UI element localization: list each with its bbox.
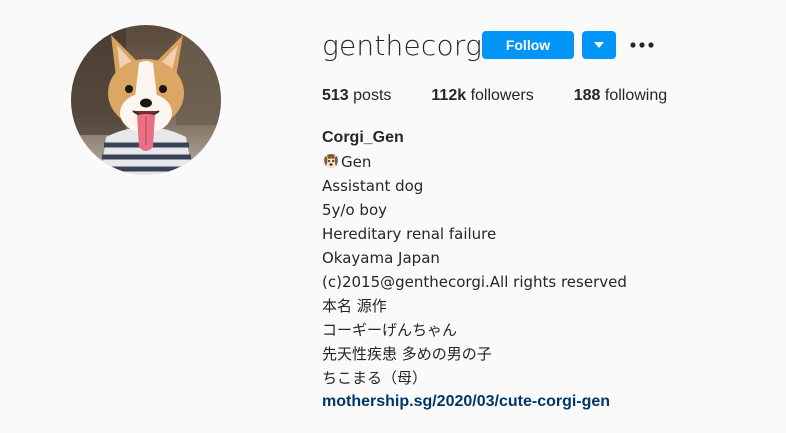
bio-external-link[interactable]: mothership.sg/2020/03/cute-corgi-gen xyxy=(322,390,627,414)
followers-stat[interactable]: 112k followers xyxy=(431,86,533,106)
bio-line: Hereditary renal failure xyxy=(322,225,497,243)
bio-line-text: Gen xyxy=(341,153,372,171)
profile-avatar[interactable] xyxy=(71,25,221,175)
posts-count: 513 xyxy=(322,87,349,104)
more-options-icon xyxy=(630,42,654,48)
posts-label: posts xyxy=(353,87,392,104)
profile-bio: Corgi_Gen Gen Assistant dog 5y/o boy Her… xyxy=(322,126,627,414)
following-label: following xyxy=(604,87,668,104)
more-options-button[interactable] xyxy=(628,35,656,55)
bio-line: 本名 源作 xyxy=(322,297,387,315)
caret-down-icon xyxy=(594,42,604,48)
bio-line: 先天性疾患 多めの男の子 xyxy=(322,345,492,363)
suggested-accounts-dropdown-button[interactable] xyxy=(582,31,616,59)
followers-label: followers xyxy=(470,87,534,104)
followers-count: 112k xyxy=(431,87,467,104)
bio-line: 5y/o boy xyxy=(322,201,387,219)
posts-stat: 513 posts xyxy=(322,86,391,106)
following-count: 188 xyxy=(573,87,601,104)
profile-full-name: Corgi_Gen xyxy=(322,129,404,146)
bio-line: コーギーげんちゃん xyxy=(322,321,458,339)
follow-button[interactable]: Follow xyxy=(482,31,574,59)
following-stat[interactable]: 188 following xyxy=(574,86,667,106)
dog-face-icon xyxy=(324,154,338,169)
corgi-photo xyxy=(71,25,221,175)
bio-line: Gen xyxy=(322,150,627,174)
bio-line: ちこまる（母） xyxy=(322,369,428,387)
bio-line: Okayama Japan xyxy=(322,249,440,267)
bio-line: Assistant dog xyxy=(322,177,424,195)
profile-username: genthecorgi xyxy=(322,29,491,62)
bio-line: (c)2015@genthecorgi.All rights reserved xyxy=(322,273,627,291)
profile-stats: 513 posts 112k followers 188 following xyxy=(322,86,707,106)
